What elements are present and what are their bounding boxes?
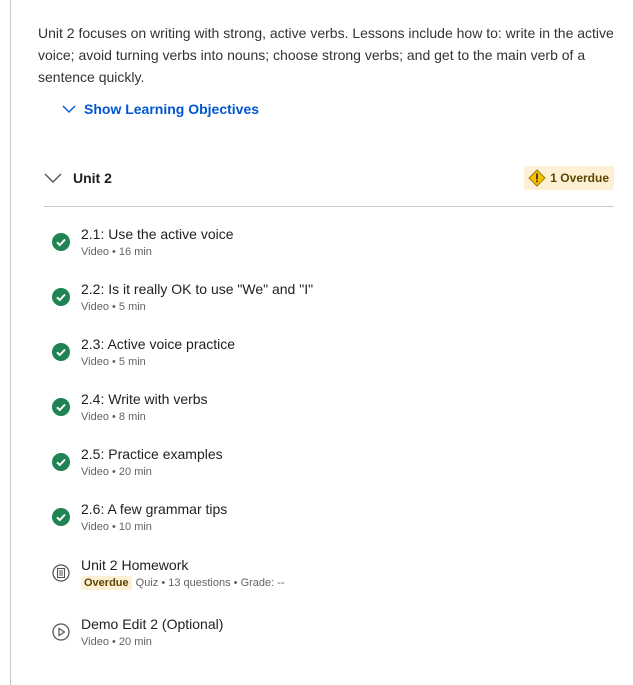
show-learning-objectives-label: Show Learning Objectives	[84, 101, 260, 117]
list-item[interactable]: 2.6: A few grammar tips Video • 10 min	[52, 500, 612, 540]
item-meta: Video • 16 min	[81, 246, 152, 258]
check-circle-icon	[52, 398, 70, 416]
item-meta-text: Quiz • 13 questions • Grade: --	[135, 577, 285, 589]
quiz-icon	[52, 564, 70, 582]
check-circle-icon	[52, 508, 70, 526]
item-meta: Video • 20 min	[81, 636, 152, 648]
warning-diamond-icon	[528, 169, 547, 187]
item-meta: Video • 8 min	[81, 411, 146, 423]
list-item[interactable]: 2.5: Practice examples Video • 20 min	[52, 445, 612, 485]
list-item[interactable]: Unit 2 Homework Overdue Quiz • 13 questio…	[52, 556, 612, 596]
overdue-tag: Overdue	[81, 576, 132, 590]
item-title[interactable]: 2.4: Write with verbs	[81, 390, 208, 408]
item-title[interactable]: 2.6: A few grammar tips	[81, 500, 227, 518]
overdue-badge: 1 Overdue	[524, 166, 614, 190]
list-item[interactable]: Demo Edit 2 (Optional) Video • 20 min	[52, 615, 612, 655]
chevron-down-icon[interactable]	[44, 169, 62, 187]
item-meta: Video • 10 min	[81, 521, 152, 533]
divider	[44, 206, 614, 207]
item-meta: Video • 5 min	[81, 301, 146, 313]
item-meta: Video • 20 min	[81, 466, 152, 478]
check-circle-icon	[52, 453, 70, 471]
play-circle-icon	[52, 623, 70, 641]
check-circle-icon	[52, 343, 70, 361]
check-circle-icon	[52, 288, 70, 306]
unit-description: Unit 2 focuses on writing with strong, a…	[38, 25, 614, 85]
overdue-badge-label: 1 Overdue	[550, 171, 609, 185]
item-title[interactable]: Unit 2 Homework	[81, 556, 285, 574]
unit-header[interactable]: Unit 2 1 Overdue	[44, 163, 614, 193]
unit-title: Unit 2	[73, 170, 112, 186]
item-title[interactable]: 2.1: Use the active voice	[81, 225, 234, 243]
list-item[interactable]: 2.1: Use the active voice Video • 16 min	[52, 225, 612, 265]
chevron-down-icon	[62, 105, 76, 113]
item-title[interactable]: 2.5: Practice examples	[81, 445, 223, 463]
item-title[interactable]: 2.2: Is it really OK to use "We" and "I"	[81, 280, 313, 298]
item-meta: Overdue Quiz • 13 questions • Grade: --	[81, 576, 285, 591]
show-learning-objectives-button[interactable]: Show Learning Objectives	[62, 101, 259, 117]
item-title[interactable]: Demo Edit 2 (Optional)	[81, 615, 223, 633]
list-item[interactable]: 2.2: Is it really OK to use "We" and "I"…	[52, 280, 612, 320]
list-item[interactable]: 2.4: Write with verbs Video • 8 min	[52, 390, 612, 430]
item-meta: Video • 5 min	[81, 356, 146, 368]
item-title[interactable]: 2.3: Active voice practice	[81, 335, 235, 353]
list-item[interactable]: 2.3: Active voice practice Video • 5 min	[52, 335, 612, 375]
check-circle-icon	[52, 233, 70, 251]
